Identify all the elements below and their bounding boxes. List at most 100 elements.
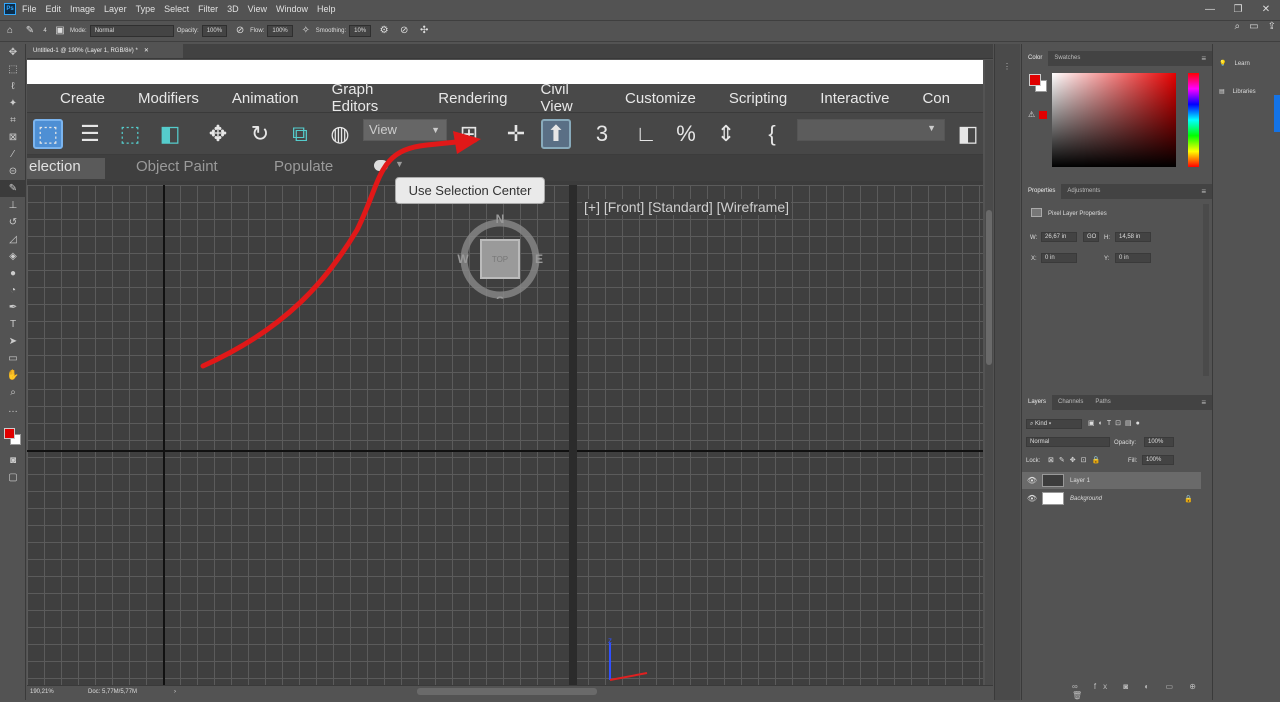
menu-view[interactable]: View: [248, 4, 267, 14]
pressure-opacity-icon[interactable]: ⊘: [234, 25, 246, 37]
brush-tool-icon[interactable]: ✎: [24, 25, 36, 37]
rectangle-tool-icon[interactable]: ▭: [0, 350, 26, 367]
minimize-icon[interactable]: —: [1196, 4, 1224, 15]
home-icon[interactable]: ⌂: [4, 25, 16, 37]
document-canvas[interactable]: Create Modifiers Animation Graph Editors…: [27, 60, 983, 685]
type-tool-icon[interactable]: T: [0, 316, 26, 333]
share-icon[interactable]: ⇪: [1268, 21, 1276, 32]
menu-edit[interactable]: Edit: [46, 4, 62, 14]
history-brush-icon[interactable]: ↺: [0, 214, 26, 231]
tab-paths[interactable]: Paths: [1089, 395, 1116, 410]
link-dimensions-icon[interactable]: GO: [1083, 232, 1099, 242]
fill-field[interactable]: 100%: [1142, 455, 1174, 465]
quick-mask-icon[interactable]: ◙: [0, 452, 26, 469]
path-select-icon[interactable]: ➤: [0, 333, 26, 350]
blur-tool-icon[interactable]: ●: [0, 265, 26, 282]
hue-slider[interactable]: [1188, 73, 1199, 167]
layer-opacity-field[interactable]: 100%: [1144, 437, 1174, 447]
layer-row[interactable]: 👁 Background 🔒: [1022, 490, 1201, 507]
tab-properties[interactable]: Properties: [1022, 184, 1062, 199]
eye-icon[interactable]: 👁: [1022, 494, 1042, 503]
menu-filter[interactable]: Filter: [198, 4, 218, 14]
learn-item[interactable]: 💡 Learn: [1219, 60, 1250, 68]
scroll-thumb[interactable]: [986, 210, 992, 365]
marquee-tool-icon[interactable]: ⬚: [0, 61, 26, 78]
layer-row[interactable]: 👁 Layer 1: [1022, 472, 1201, 489]
chevron-right-icon[interactable]: ›: [174, 689, 176, 695]
x-field[interactable]: 0 in: [1041, 253, 1077, 263]
blend-mode-select[interactable]: Normal: [1026, 437, 1110, 447]
libraries-item[interactable]: ▤ Libraries: [1219, 88, 1256, 96]
layer-actions-icons[interactable]: ∞ fx ◙ ◐ ▭ ⊕ 🗑: [1072, 682, 1211, 700]
brush-panel-icon[interactable]: ▣: [54, 25, 66, 37]
dodge-tool-icon[interactable]: ◔: [0, 282, 26, 299]
maximize-icon[interactable]: ❐: [1224, 4, 1252, 15]
workspace-icon[interactable]: ▭: [1249, 21, 1258, 32]
opacity-field[interactable]: 100%: [201, 25, 228, 37]
pressure-size-icon[interactable]: ⊘: [398, 25, 410, 37]
panel-menu-icon[interactable]: ≡: [1195, 395, 1212, 410]
height-field[interactable]: 14,58 in: [1115, 232, 1151, 242]
brush-size[interactable]: 4: [40, 28, 50, 34]
tab-adjustments[interactable]: Adjustments: [1061, 184, 1106, 199]
layer-filter-icons[interactable]: ▣◐T⊡▤●: [1088, 419, 1144, 427]
close-tab-icon[interactable]: ✕: [144, 48, 149, 54]
menu-layer[interactable]: Layer: [104, 4, 127, 14]
magic-wand-icon[interactable]: ✦: [0, 95, 26, 112]
layer-filter-select[interactable]: ⌕ Kind ▾: [1026, 419, 1082, 429]
tab-swatches[interactable]: Swatches: [1048, 51, 1086, 66]
eyedropper-icon[interactable]: ⁄: [0, 146, 26, 163]
search-icon[interactable]: ⌕: [1235, 21, 1241, 32]
properties-scrollbar[interactable]: [1203, 204, 1209, 376]
menu-file[interactable]: File: [22, 4, 37, 14]
airbrush-icon[interactable]: ✧: [300, 25, 312, 37]
panel-menu-icon[interactable]: ≡: [1195, 51, 1212, 66]
frame-tool-icon[interactable]: ⊠: [0, 129, 26, 146]
zoom-tool-icon[interactable]: ⌕: [0, 384, 26, 401]
healing-brush-icon[interactable]: ⊝: [0, 163, 26, 180]
screen-mode-icon[interactable]: ▢: [0, 469, 26, 486]
tab-channels[interactable]: Channels: [1052, 395, 1089, 410]
flow-field[interactable]: 100%: [267, 25, 293, 37]
menu-select[interactable]: Select: [164, 4, 189, 14]
foreground-color-swatch[interactable]: [4, 428, 15, 439]
eraser-icon[interactable]: ◿: [0, 231, 26, 248]
brush-tool-icon[interactable]: ✎: [0, 180, 26, 197]
tab-color[interactable]: Color: [1022, 51, 1049, 66]
horizontal-scrollbar[interactable]: [417, 688, 597, 695]
smoothing-field[interactable]: 10%: [349, 25, 372, 37]
eye-icon[interactable]: 👁: [1022, 476, 1042, 485]
paint-bucket-icon[interactable]: ◈: [0, 248, 26, 265]
color-field[interactable]: [1052, 73, 1176, 167]
zoom-level[interactable]: 190,21%: [30, 689, 54, 695]
document-tab[interactable]: Untitled-1 @ 190% (Layer 1, RGB/8#) * ✕: [27, 44, 183, 59]
gear-icon[interactable]: ⚙: [378, 25, 390, 37]
symmetry-icon[interactable]: ✣: [418, 25, 430, 37]
more-tools-icon[interactable]: …: [0, 401, 26, 418]
crop-tool-icon[interactable]: ⌗: [0, 112, 26, 129]
foreground-color-swatch[interactable]: [1029, 74, 1041, 86]
close-icon[interactable]: ✕: [1252, 4, 1280, 15]
move-tool-icon[interactable]: ✥: [0, 44, 26, 61]
vertical-scrollbar[interactable]: [985, 60, 993, 685]
panel-menu-icon[interactable]: ≡: [1195, 184, 1212, 199]
status-bar: 190,21% Doc: 5,77M/5,77M ›: [27, 685, 993, 700]
menu-type[interactable]: Type: [136, 4, 156, 14]
lock-icons[interactable]: ⊠✎✥⊡🔒: [1048, 456, 1105, 464]
tab-layers[interactable]: Layers: [1022, 395, 1053, 410]
stamp-tool-icon[interactable]: ⊥: [0, 197, 26, 214]
doc-size: Doc: 5,77M/5,77M: [88, 689, 138, 695]
mode-select[interactable]: Normal: [89, 25, 174, 37]
menu-window[interactable]: Window: [276, 4, 308, 14]
width-field[interactable]: 26,67 in: [1041, 232, 1077, 242]
pen-tool-icon[interactable]: ✒: [0, 299, 26, 316]
lasso-tool-icon[interactable]: ℓ: [0, 78, 26, 95]
gamut-color-swatch[interactable]: [1039, 111, 1047, 119]
y-field[interactable]: 0 in: [1115, 253, 1151, 263]
mode-label: Mode:: [70, 28, 87, 34]
menu-3d[interactable]: 3D: [227, 4, 239, 14]
menu-help[interactable]: Help: [317, 4, 336, 14]
hand-tool-icon[interactable]: ✋: [0, 367, 26, 384]
panel-options-icon[interactable]: ⋮: [1003, 62, 1011, 71]
menu-image[interactable]: Image: [70, 4, 95, 14]
